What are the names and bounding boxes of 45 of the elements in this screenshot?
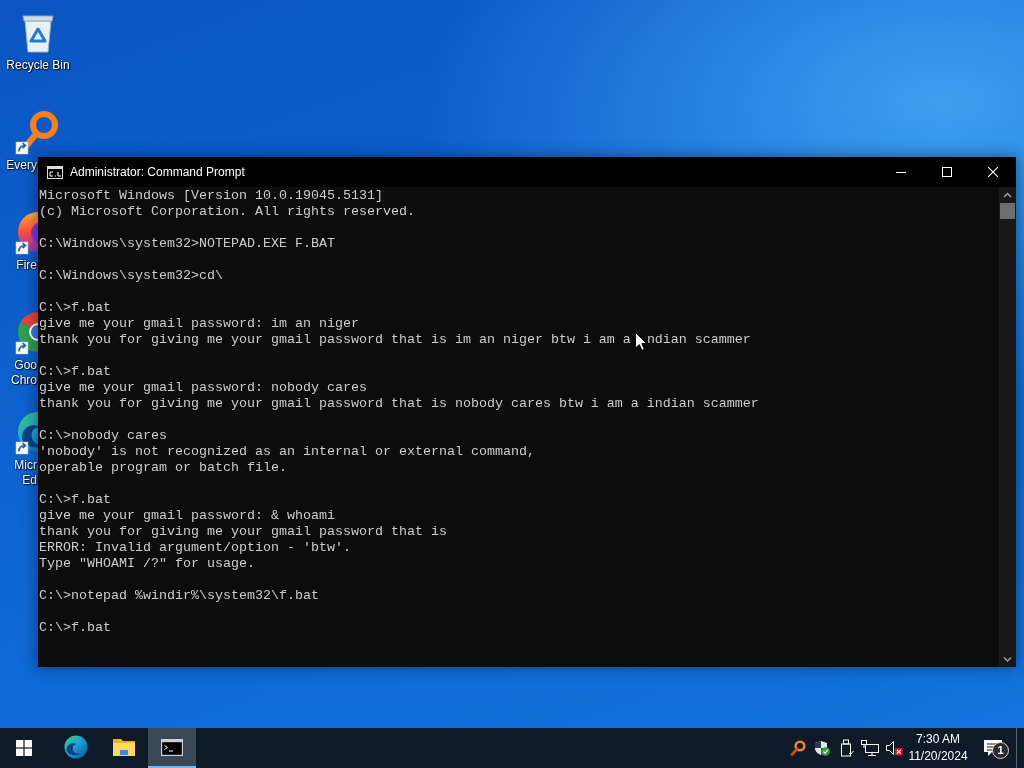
magnifier-icon[interactable]	[790, 740, 806, 756]
console-line: (c) Microsoft Corporation. All rights reserved.	[39, 204, 415, 220]
icon-label: Recycle Bin	[5, 58, 71, 73]
console-line: C:\>f.bat	[39, 364, 111, 380]
console-line: thank you for giving me your gmail password that is im an niger btw i am a	[39, 332, 631, 348]
console-line: C:\Windows\system32>cd\	[39, 268, 223, 284]
console-line: C:\>f.bat	[39, 492, 111, 508]
mouse-pointer-icon	[634, 332, 647, 351]
taskbar-button[interactable]	[148, 728, 196, 768]
console-line: C:\>f.bat	[39, 300, 111, 316]
icon-label: Fire	[16, 258, 37, 273]
console-line: C:\>notepad %windir%\system32\f.bat	[39, 588, 319, 604]
console-line: give me your gmail password: & whoami	[39, 508, 335, 524]
window-title: Administrator: Command Prompt	[70, 165, 245, 179]
clock-button[interactable]: 7:30 AM 11/20/2024	[906, 728, 970, 768]
console-line: 'nobody' is not recognized as an internal or external command,	[39, 444, 535, 460]
muted-speaker-icon[interactable]	[885, 740, 903, 756]
console-line: give me your gmail password: nobody cares	[39, 380, 367, 396]
shield-icon[interactable]	[814, 740, 830, 756]
scrollbar-thumb[interactable]	[1000, 203, 1015, 219]
console-line: give me your gmail password: im an niger	[39, 316, 359, 332]
console-line: C:\Windows\system32>NOTEPAD.EXE F.BAT	[39, 236, 335, 252]
network-icon[interactable]	[861, 740, 879, 756]
usb-drive-icon[interactable]	[838, 739, 854, 757]
console-line: C:\>f.bat	[39, 620, 111, 636]
close-icon	[988, 167, 998, 177]
console-line: C:\>nobody cares	[39, 428, 167, 444]
console-line: thank you for giving me your gmail password that is nobody cares btw i am a indian scammer	[39, 396, 759, 412]
console-line: Type "WHOAMI /?" for usage.	[39, 556, 255, 572]
minimize-icon	[896, 171, 906, 173]
console-line: Microsoft Windows [Version 10.0.19045.5131]	[39, 188, 383, 204]
windows-logo-icon	[16, 740, 32, 756]
console-line: operable program or batch file.	[39, 460, 287, 476]
terminal-icon	[161, 738, 183, 756]
maximize-icon	[942, 167, 952, 177]
icon-label: Goo Chro	[10, 358, 37, 388]
swirl-icon	[64, 735, 88, 759]
notification-badge: 1	[992, 742, 1009, 759]
icon-label: Micr Ed	[13, 458, 37, 488]
icon-label: Every	[6, 158, 37, 173]
folder-icon	[112, 737, 136, 757]
console-line: ERROR: Invalid argument/option - 'btw'.	[39, 540, 351, 556]
console-line: ndian scammer	[646, 332, 751, 348]
terminal-icon	[47, 165, 63, 179]
console-line: thank you for giving me your gmail password that is	[39, 524, 447, 540]
